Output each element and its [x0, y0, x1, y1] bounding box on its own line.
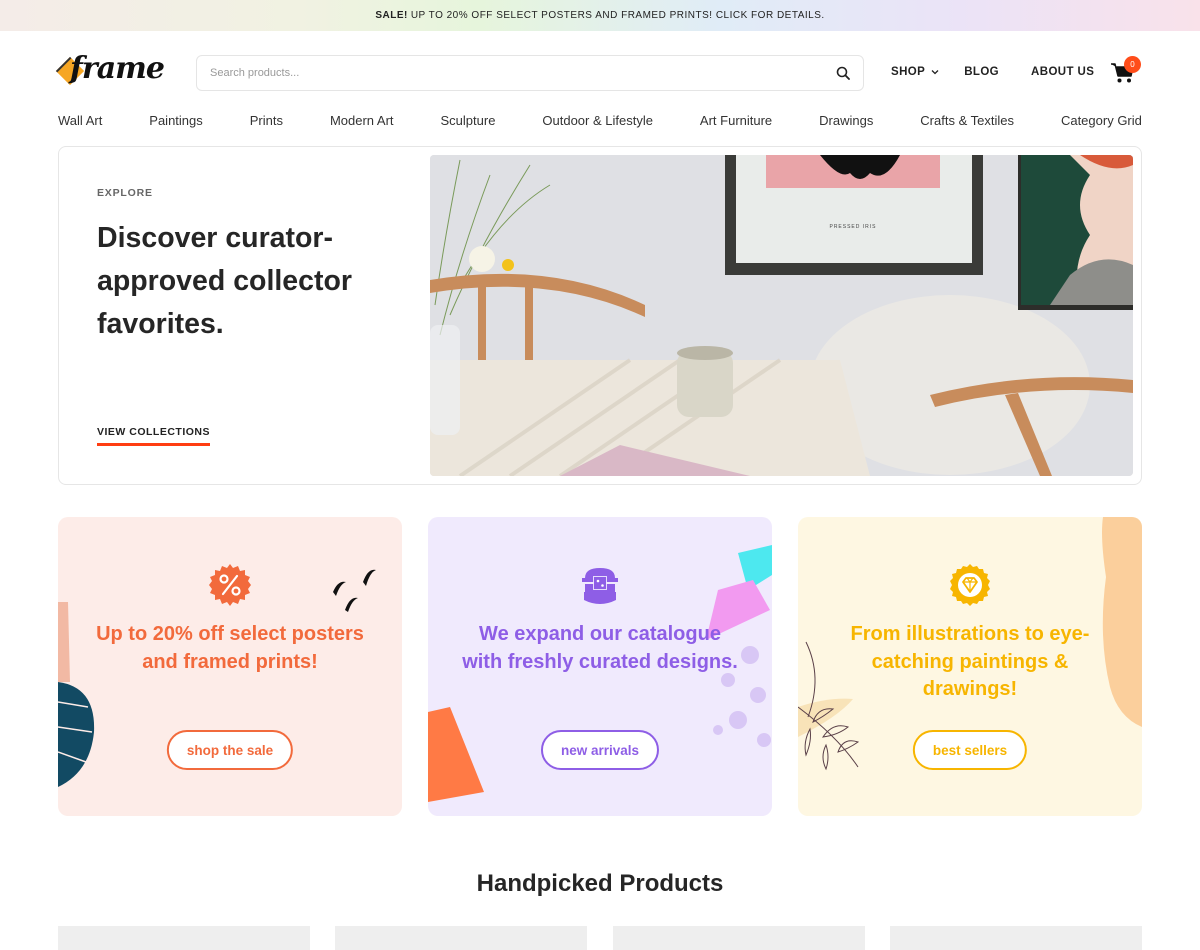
product-card[interactable] [58, 926, 310, 950]
promo-card-new-arrivals: We expand our catalogue with freshly cur… [428, 517, 772, 816]
hero-eyebrow: EXPLORE [97, 187, 153, 199]
nav-blog-label: BLOG [964, 66, 1000, 78]
search-input[interactable] [197, 56, 823, 90]
search-bar [196, 55, 864, 91]
birds-decoration [333, 569, 376, 612]
category-prints[interactable]: Prints [250, 113, 283, 128]
main-nav: SHOP BLOG ABOUT US [891, 66, 1122, 78]
logo[interactable]: frame [55, 51, 165, 93]
category-drawings[interactable]: Drawings [819, 113, 873, 128]
category-wall-art[interactable]: Wall Art [58, 113, 102, 128]
hero-image: PRESSED IRIS [430, 155, 1133, 476]
site-header: frame SHOP BLOG ABOUT US 0 [0, 31, 1200, 116]
category-sculpture[interactable]: Sculpture [441, 113, 496, 128]
search-icon[interactable] [823, 56, 863, 90]
hero-title: Discover curator-approved collector favo… [97, 222, 352, 340]
view-collections-link[interactable]: VIEW COLLECTIONS [97, 426, 210, 446]
nav-blog[interactable]: BLOG [964, 66, 999, 78]
category-paintings[interactable]: Paintings [149, 113, 202, 128]
shopping-basket-icon [582, 568, 618, 604]
chevron-down-icon [931, 67, 939, 77]
nav-about-label: ABOUT US [1031, 66, 1095, 78]
poster-caption: PRESSED IRIS [829, 224, 876, 230]
diamond-badge-icon [950, 564, 990, 606]
announcement-text: UP TO 20% OFF SELECT POSTERS AND FRAMED … [410, 10, 825, 21]
cart-icon [1110, 63, 1136, 89]
promo-card-sale: Up to 20% off select posters and framed … [58, 517, 402, 816]
category-art-furniture[interactable]: Art Furniture [700, 113, 772, 128]
promo-new-arrivals-text: We expand our catalogue with freshly cur… [462, 623, 738, 673]
product-card[interactable] [335, 926, 588, 950]
announcement-bold: SALE! [375, 10, 408, 21]
category-grid[interactable]: Category Grid [1061, 113, 1142, 128]
shop-the-sale-button[interactable]: shop the sale [166, 730, 294, 770]
nav-about-us[interactable]: ABOUT US [1031, 66, 1094, 78]
product-grid [58, 926, 1142, 950]
hero-banner: EXPLORE Discover curator-approved collec… [58, 146, 1142, 485]
category-crafts-textiles[interactable]: Crafts & Textiles [920, 113, 1014, 128]
announcement-bar[interactable]: SALE! UP TO 20% OFF SELECT POSTERS AND F… [0, 0, 1200, 31]
handpicked-products-title: Handpicked Products [476, 870, 724, 897]
orange-shape-decoration [428, 707, 484, 802]
promo-best-sellers-text: From illustrations to eye-catching paint… [850, 623, 1090, 700]
nav-shop-label: SHOP [891, 66, 926, 78]
best-sellers-button[interactable]: best sellers [912, 730, 1028, 770]
product-card[interactable] [612, 926, 865, 950]
promo-card-best-sellers: From illustrations to eye-catching paint… [798, 517, 1142, 816]
logo-text: frame [70, 51, 165, 86]
category-outdoor-lifestyle[interactable]: Outdoor & Lifestyle [542, 113, 653, 128]
product-card[interactable] [889, 926, 1142, 950]
promo-sale-text: Up to 20% off select posters and framed … [96, 623, 364, 673]
nav-shop[interactable]: SHOP [891, 66, 939, 78]
cart-button[interactable]: 0 [1110, 56, 1144, 89]
new-arrivals-button[interactable]: new arrivals [540, 730, 660, 770]
category-nav: Wall Art Paintings Prints Modern Art Scu… [58, 113, 1142, 128]
percent-badge-icon [209, 564, 251, 606]
category-modern-art[interactable]: Modern Art [330, 113, 394, 128]
cart-count-badge: 0 [1124, 56, 1141, 73]
